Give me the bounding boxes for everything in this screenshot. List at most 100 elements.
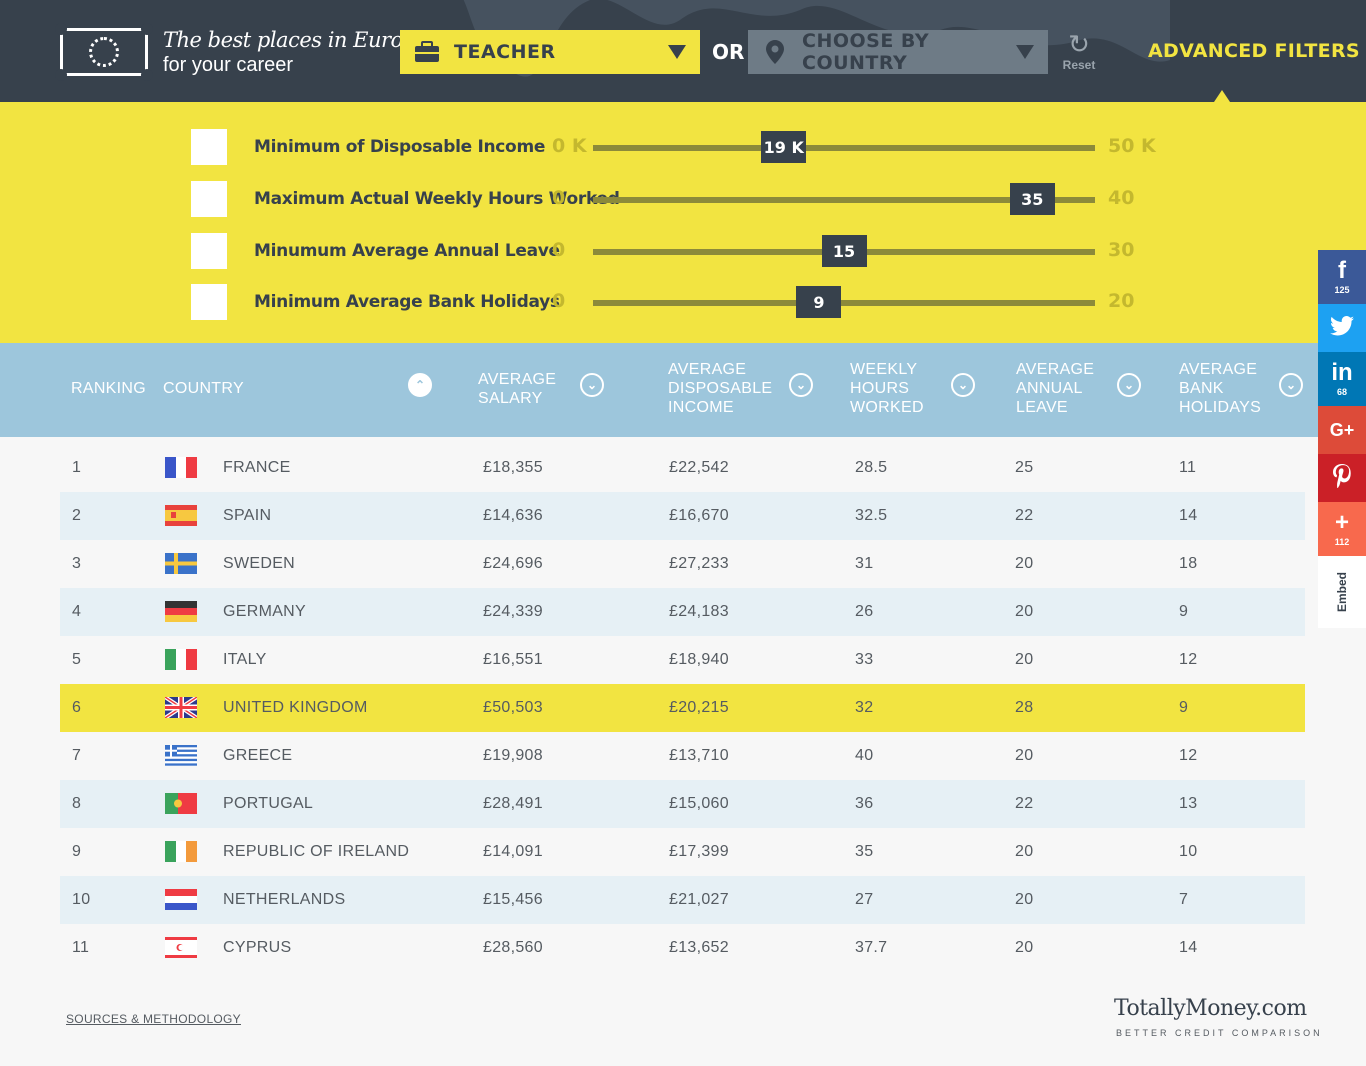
filter-slider-thumb[interactable]: 19 K bbox=[761, 131, 807, 163]
filter-checkbox[interactable] bbox=[191, 181, 227, 217]
filter-checkbox[interactable] bbox=[191, 233, 227, 269]
more-count: 112 bbox=[1334, 537, 1350, 547]
weekly-hours-cell: 37.7 bbox=[855, 939, 888, 956]
table-row[interactable]: 10 NETHERLANDS £15,456 £21,027 27 20 7 bbox=[60, 876, 1305, 924]
table-row[interactable]: 2 SPAIN £14,636 £16,670 32.5 22 14 bbox=[60, 492, 1305, 540]
column-header-average-salary[interactable]: AVERAGE SALARY bbox=[478, 370, 568, 408]
pinterest-icon bbox=[1332, 463, 1352, 493]
tagline-line-2: for your career bbox=[163, 54, 294, 76]
weekly-hours-cell: 35 bbox=[855, 843, 874, 860]
eu-banknote-logo[interactable] bbox=[55, 23, 153, 81]
table-row[interactable]: 1 FRANCE £18,355 £22,542 28.5 25 11 bbox=[60, 444, 1305, 492]
filter-slider-thumb[interactable]: 9 bbox=[796, 286, 842, 318]
column-header-country[interactable]: COUNTRY bbox=[163, 379, 244, 398]
bank-holidays-cell: 12 bbox=[1179, 651, 1198, 668]
job-dropdown[interactable]: TEACHER bbox=[400, 30, 700, 74]
salary-cell: £50,503 bbox=[483, 699, 543, 716]
filter-label: Minimum of Disposable Income bbox=[254, 137, 546, 157]
table-row[interactable]: 6 UNITED KINGDOM £50,503 £20,215 32 28 9 bbox=[60, 684, 1305, 732]
plus-icon: + bbox=[1334, 509, 1349, 536]
filter-slider-track[interactable] bbox=[593, 145, 1095, 151]
disposable-income-cell: £27,233 bbox=[669, 555, 729, 572]
country-dropdown[interactable]: CHOOSE BY COUNTRY bbox=[748, 30, 1048, 74]
brand-logo[interactable]: TotallyMoney.com bbox=[1114, 996, 1307, 1021]
sort-up-icon[interactable]: ⌃ bbox=[408, 373, 432, 397]
salary-cell: £14,091 bbox=[483, 843, 543, 860]
weekly-hours-cell: 36 bbox=[855, 795, 874, 812]
rank-cell: 3 bbox=[72, 555, 82, 572]
annual-leave-cell: 20 bbox=[1015, 891, 1034, 908]
sort-down-icon[interactable]: ⌄ bbox=[1279, 373, 1303, 397]
column-header-ranking[interactable]: RANKING bbox=[71, 379, 146, 398]
annual-leave-cell: 28 bbox=[1015, 699, 1034, 716]
weekly-hours-cell: 33 bbox=[855, 651, 874, 668]
disposable-income-cell: £13,710 bbox=[669, 747, 729, 764]
reset-button[interactable]: ↻ Reset bbox=[1060, 30, 1098, 72]
weekly-hours-cell: 32 bbox=[855, 699, 874, 716]
annual-leave-cell: 22 bbox=[1015, 507, 1034, 524]
filter-label: Minumum Average Annual Leave bbox=[254, 241, 560, 261]
table-row[interactable]: 5 ITALY £16,551 £18,940 33 20 12 bbox=[60, 636, 1305, 684]
country-flag-icon bbox=[165, 553, 197, 574]
filter-max: 40 bbox=[1108, 187, 1135, 209]
table-row[interactable]: 9 REPUBLIC OF IRELAND £14,091 £17,399 35 20 10 bbox=[60, 828, 1305, 876]
table-row[interactable]: 3 SWEDEN £24,696 £27,233 31 20 18 bbox=[60, 540, 1305, 588]
annual-leave-cell: 20 bbox=[1015, 555, 1034, 572]
sort-down-icon[interactable]: ⌄ bbox=[951, 373, 975, 397]
weekly-hours-cell: 32.5 bbox=[855, 507, 888, 524]
google-plus-share-button[interactable]: G+ bbox=[1318, 406, 1366, 454]
embed-button[interactable]: Embed bbox=[1318, 556, 1366, 628]
filter-max: 30 bbox=[1108, 239, 1135, 261]
table-row[interactable]: 7 GREECE £19,908 £13,710 40 20 12 bbox=[60, 732, 1305, 780]
chevron-down-icon bbox=[668, 45, 686, 59]
annual-leave-cell: 20 bbox=[1015, 747, 1034, 764]
filter-slider-track[interactable] bbox=[593, 300, 1095, 306]
twitter-share-button[interactable] bbox=[1318, 304, 1366, 352]
linkedin-share-button[interactable]: in 68 bbox=[1318, 352, 1366, 406]
more-share-button[interactable]: + 112 bbox=[1318, 502, 1366, 556]
job-dropdown-value: TEACHER bbox=[454, 41, 556, 63]
advanced-filters-panel: Minimum of Disposable Income 0 K 19 K 50… bbox=[0, 102, 1366, 343]
country-dropdown-value: CHOOSE BY COUNTRY bbox=[802, 30, 930, 74]
advanced-filters-button[interactable]: ADVANCED FILTERS bbox=[1148, 40, 1360, 62]
facebook-share-button[interactable]: f 125 bbox=[1318, 250, 1366, 304]
filter-checkbox[interactable] bbox=[191, 284, 227, 320]
brand-subtitle: BETTER CREDIT COMPARISON bbox=[1116, 1028, 1323, 1038]
disposable-income-cell: £21,027 bbox=[669, 891, 729, 908]
rank-cell: 6 bbox=[72, 699, 82, 716]
pinterest-share-button[interactable] bbox=[1318, 454, 1366, 502]
filter-checkbox[interactable] bbox=[191, 129, 227, 165]
table-row[interactable]: 4 GERMANY £24,339 £24,183 26 20 9 bbox=[60, 588, 1305, 636]
disposable-income-cell: £18,940 bbox=[669, 651, 729, 668]
filter-slider-thumb[interactable]: 15 bbox=[821, 235, 867, 267]
map-pin-icon bbox=[748, 40, 802, 64]
column-header-disposable-income[interactable]: AVERAGE DISPOSABLE INCOME bbox=[668, 360, 783, 417]
salary-cell: £28,560 bbox=[483, 939, 543, 956]
weekly-hours-cell: 31 bbox=[855, 555, 874, 572]
briefcase-icon bbox=[400, 41, 454, 63]
twitter-icon bbox=[1330, 315, 1354, 341]
sort-down-icon[interactable]: ⌄ bbox=[1117, 373, 1141, 397]
column-header-weekly-hours[interactable]: WEEKLY HOURS WORKED bbox=[850, 360, 940, 417]
column-header-annual-leave[interactable]: AVERAGE ANNUAL LEAVE bbox=[1016, 360, 1106, 417]
disposable-income-cell: £22,542 bbox=[669, 459, 729, 476]
disposable-income-cell: £24,183 bbox=[669, 603, 729, 620]
sort-down-icon[interactable]: ⌄ bbox=[580, 373, 604, 397]
or-label: OR bbox=[712, 40, 745, 64]
table-row[interactable]: 11 CYPRUS £28,560 £13,652 37.7 20 14 bbox=[60, 924, 1305, 972]
filter-slider-thumb[interactable]: 35 bbox=[1009, 183, 1055, 215]
bank-holidays-cell: 13 bbox=[1179, 795, 1198, 812]
country-flag-icon bbox=[165, 697, 197, 718]
annual-leave-cell: 22 bbox=[1015, 795, 1034, 812]
sources-methodology-link[interactable]: SOURCES & METHODOLOGY bbox=[66, 1012, 241, 1026]
annual-leave-cell: 20 bbox=[1015, 843, 1034, 860]
filter-row-disposable-income: Minimum of Disposable Income 0 K 19 K 50… bbox=[0, 129, 1366, 165]
disposable-income-cell: £15,060 bbox=[669, 795, 729, 812]
sort-down-icon[interactable]: ⌄ bbox=[789, 373, 813, 397]
linkedin-count: 68 bbox=[1336, 387, 1347, 397]
table-row[interactable]: 8 PORTUGAL £28,491 £15,060 36 22 13 bbox=[60, 780, 1305, 828]
filter-min: 0 bbox=[552, 239, 566, 261]
column-header-bank-holidays[interactable]: AVERAGE BANK HOLIDAYS bbox=[1179, 360, 1269, 417]
country-cell: UNITED KINGDOM bbox=[223, 699, 368, 716]
table-header: RANKING COUNTRY ⌃ AVERAGE SALARY ⌄ AVERA… bbox=[0, 343, 1318, 437]
